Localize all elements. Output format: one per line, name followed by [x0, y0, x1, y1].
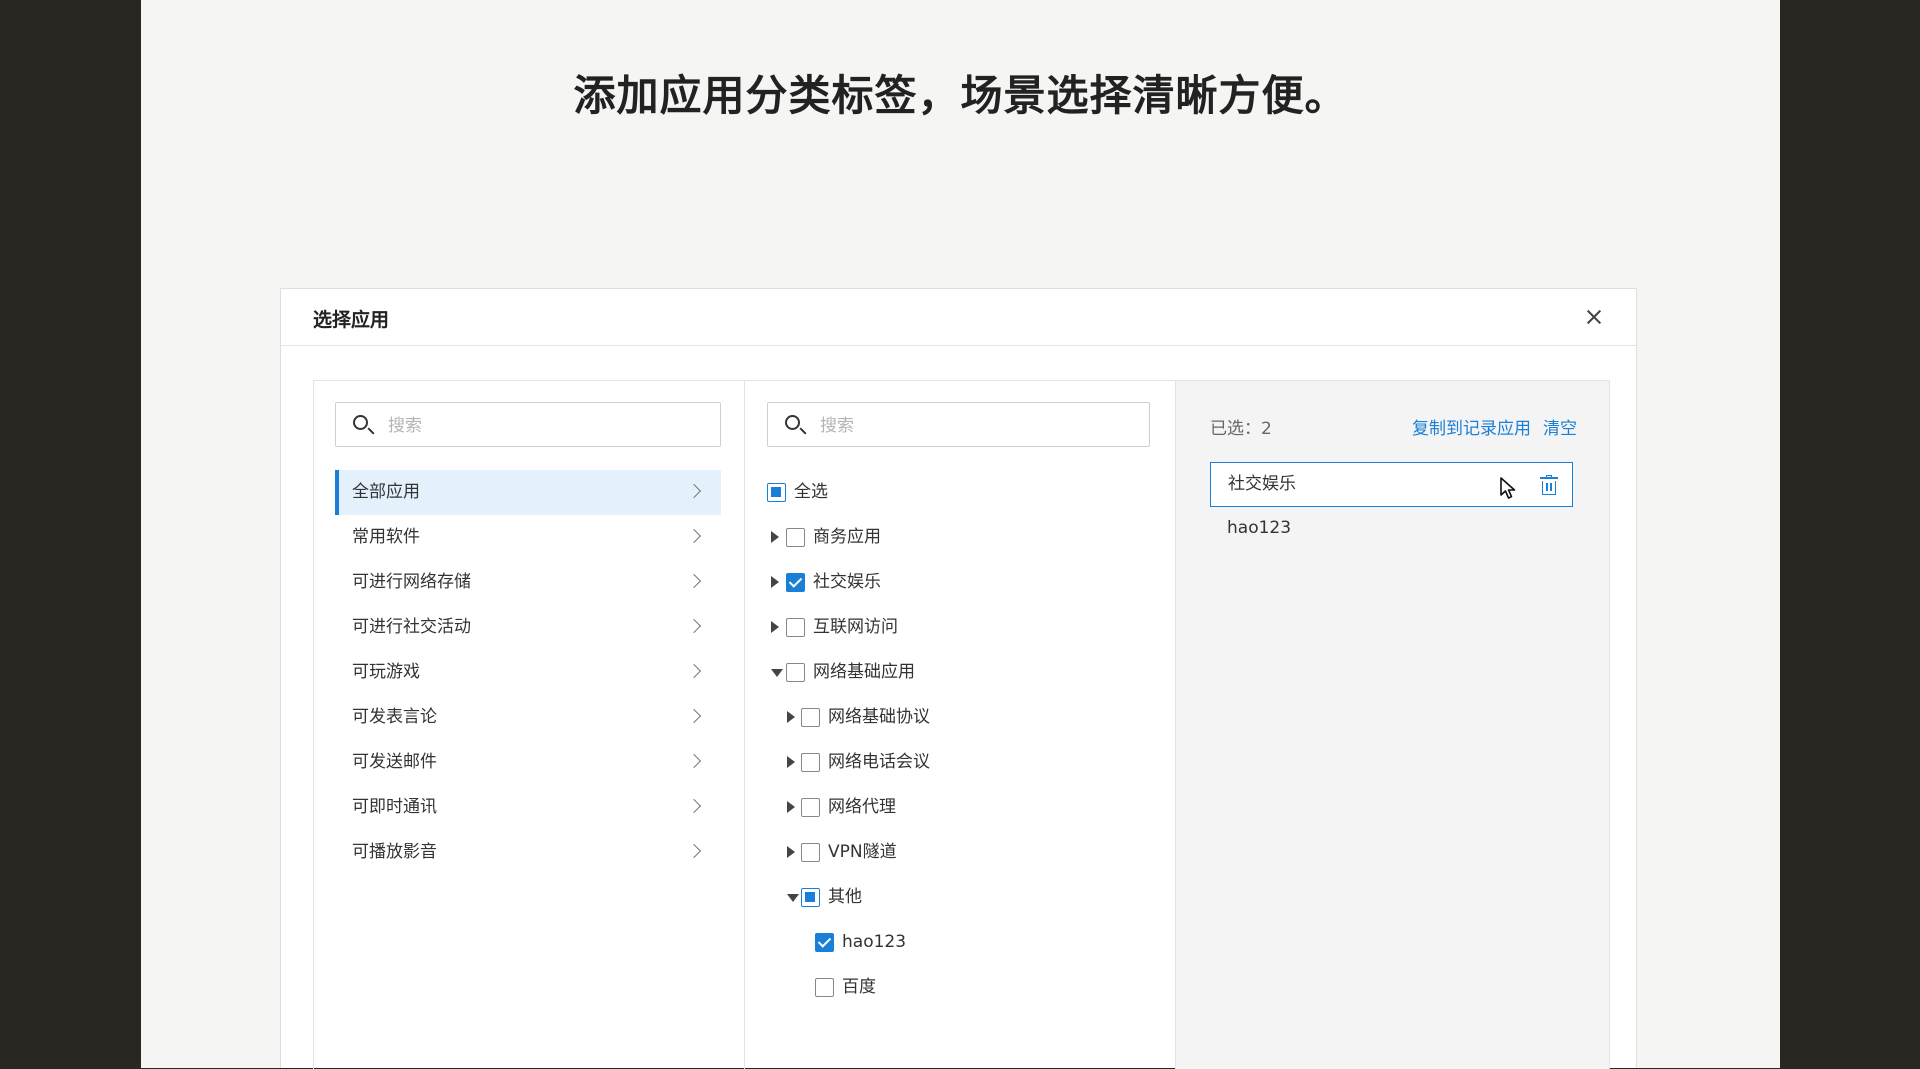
tree-node[interactable]: 其他 [767, 875, 1157, 920]
tree-node[interactable]: 商务应用 [767, 515, 1157, 560]
tree-node-label: 网络电话会议 [828, 752, 930, 772]
tree-node-checkbox[interactable] [801, 798, 820, 817]
tree-node-checkbox[interactable] [801, 753, 820, 772]
tree-node-checkbox[interactable] [801, 708, 820, 727]
trash-icon[interactable] [1540, 475, 1558, 495]
caret-right-icon[interactable] [771, 531, 779, 543]
category-item[interactable]: 可玩游戏 [335, 650, 721, 695]
selected-count: 已选：2 [1210, 419, 1272, 439]
tree-node[interactable]: 互联网访问 [767, 605, 1157, 650]
chevron-right-icon [686, 483, 702, 499]
close-icon[interactable] [1582, 305, 1606, 329]
category-item[interactable]: 全部应用 [335, 470, 721, 515]
caret-down-icon[interactable] [787, 894, 799, 902]
chevron-right-icon [686, 708, 702, 724]
category-item-label: 可发表言论 [352, 707, 437, 727]
category-item-label: 全部应用 [352, 482, 420, 502]
tree-node-label: 全选 [794, 482, 828, 502]
tree-node-label: 商务应用 [813, 527, 881, 547]
category-item-label: 可玩游戏 [352, 662, 420, 682]
caret-right-icon[interactable] [771, 621, 779, 633]
chevron-right-icon [686, 663, 702, 679]
category-item-label: 可发送邮件 [352, 752, 437, 772]
category-pane: 全部应用常用软件可进行网络存储可进行社交活动可玩游戏可发表言论可发送邮件可即时通… [314, 381, 745, 1069]
caret-right-icon[interactable] [787, 846, 795, 858]
selected-item-label: 社交娱乐 [1228, 474, 1296, 494]
selected-item[interactable]: hao123 [1210, 507, 1573, 552]
mouse-pointer-icon [1500, 477, 1516, 499]
chevron-right-icon [686, 528, 702, 544]
background-canvas: 添加应用分类标签，场景选择清晰方便。 选择应用 全部应用常用软件可进行网络存储可… [141, 0, 1780, 1069]
clear-link[interactable]: 清空 [1543, 419, 1577, 439]
caret-right-icon[interactable] [787, 756, 795, 768]
caret-right-icon[interactable] [787, 801, 795, 813]
caret-right-icon[interactable] [771, 576, 779, 588]
tree-node-checkbox[interactable] [801, 888, 820, 907]
chevron-right-icon [686, 843, 702, 859]
tree-node-label: 网络基础应用 [813, 662, 915, 682]
tree-node-checkbox[interactable] [767, 483, 786, 502]
tree-node-checkbox[interactable] [815, 933, 834, 952]
tree-node[interactable]: 网络基础应用 [767, 650, 1157, 695]
tree-node[interactable]: 社交娱乐 [767, 560, 1157, 605]
dialog-title: 选择应用 [313, 309, 390, 331]
tree-node-checkbox[interactable] [786, 573, 805, 592]
category-item-label: 可进行社交活动 [352, 617, 471, 637]
page-headline: 添加应用分类标签，场景选择清晰方便。 [573, 71, 1348, 120]
category-item[interactable]: 可发送邮件 [335, 740, 721, 785]
tree-node-label: 百度 [842, 977, 876, 997]
tree-node-checkbox[interactable] [801, 843, 820, 862]
chevron-right-icon [686, 573, 702, 589]
chevron-right-icon [686, 618, 702, 634]
tree-node[interactable]: 网络基础协议 [767, 695, 1157, 740]
search-icon [785, 415, 800, 430]
chevron-right-icon [686, 753, 702, 769]
tree-node-label: 网络基础协议 [828, 707, 930, 727]
tree-node[interactable]: 百度 [767, 965, 1157, 1010]
chevron-right-icon [686, 798, 702, 814]
category-item[interactable]: 常用软件 [335, 515, 721, 560]
tree-node-label: 网络代理 [828, 797, 896, 817]
category-search-box[interactable] [335, 402, 721, 448]
tree-node-checkbox[interactable] [786, 528, 805, 547]
tree-node-label: hao123 [842, 932, 907, 952]
select-app-dialog: 选择应用 全部应用常用软件可进行网络存储可进行社交活动可玩游戏可发表言论可发送邮… [280, 288, 1637, 1069]
category-list: 全部应用常用软件可进行网络存储 可进行社交活动 可玩游戏可发表言论可发送邮件可即时通… [335, 470, 721, 875]
app-tree-pane: 全选商务应用社交娱乐互联网访问网络基础应用网络基础协议网络电话会议网络代理 VPN… [745, 381, 1176, 1069]
tree-node-checkbox[interactable] [815, 978, 834, 997]
caret-right-icon[interactable] [787, 711, 795, 723]
dialog-header: 选择应用 [281, 289, 1636, 346]
tree-node-label: 其他 [828, 887, 862, 907]
category-item[interactable]: 可即时通讯 [335, 785, 721, 830]
category-item-label: 可即时通讯 [352, 797, 437, 817]
tree-node[interactable]: 全选 [767, 470, 1157, 515]
tree-node-label: VPN隧道 [828, 842, 897, 862]
selected-actions: 复制到记录应用 清空 [1412, 414, 1577, 439]
app-search-box[interactable] [767, 402, 1150, 448]
category-item-label: 可播放影音 [352, 842, 437, 862]
tree-node-label: 社交娱乐 [813, 572, 881, 592]
tree-node[interactable]: 网络电话会议 [767, 740, 1157, 785]
category-item[interactable]: 可进行网络存储 [335, 560, 721, 605]
category-item[interactable]: 可播放影音 [335, 830, 721, 875]
caret-down-icon[interactable] [771, 669, 783, 677]
category-item-label: 常用软件 [352, 527, 420, 547]
selected-item-label: hao123 [1227, 518, 1292, 538]
app-tree: 全选商务应用社交娱乐互联网访问网络基础应用网络基础协议 网络电话会议 网络代理 VPN… [767, 470, 1157, 1010]
search-icon [353, 415, 368, 430]
category-item[interactable]: 可进行社交活动 [335, 605, 721, 650]
tree-node[interactable]: 网络代理 [767, 785, 1157, 830]
tree-node-label: 互联网访问 [813, 617, 898, 637]
tree-node[interactable]: hao123 [767, 920, 1157, 965]
picker-panes: 全部应用常用软件可进行网络存储可进行社交活动可玩游戏可发表言论可发送邮件可即时通… [313, 380, 1610, 1069]
app-search-input[interactable] [818, 403, 1122, 448]
tree-node-checkbox[interactable] [786, 663, 805, 682]
category-search-input[interactable] [386, 403, 690, 448]
category-item-label: 可进行网络存储 [352, 572, 471, 592]
copy-to-record-link[interactable]: 复制到记录应用 [1412, 419, 1531, 439]
category-item[interactable]: 可发表言论 [335, 695, 721, 740]
selected-pane: 已选：2 复制到记录应用 清空 社交娱乐 hao123 [1176, 381, 1609, 1069]
tree-node-checkbox[interactable] [786, 618, 805, 637]
tree-node[interactable]: VPN隧道 [767, 830, 1157, 875]
